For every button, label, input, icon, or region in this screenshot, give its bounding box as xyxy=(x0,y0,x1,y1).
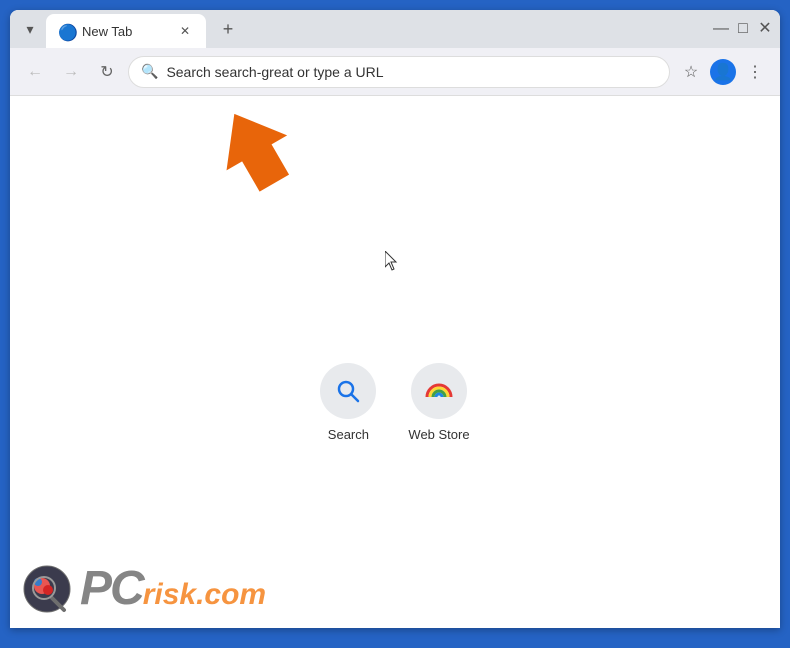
forward-icon: → xyxy=(63,63,79,81)
watermark-risk: risk.com xyxy=(143,578,266,611)
shortcuts-container: Search Web Store xyxy=(320,363,469,442)
shortcut-search[interactable]: Search xyxy=(320,363,376,442)
search-icon: 🔍 xyxy=(141,63,158,80)
shortcut-webstore-label: Web Store xyxy=(408,427,469,442)
menu-button[interactable]: ⋮ xyxy=(740,57,770,87)
maximize-icon: □ xyxy=(738,21,748,37)
tab-close-button[interactable]: ✕ xyxy=(176,22,194,40)
close-window-button[interactable]: ✕ xyxy=(758,22,772,36)
title-bar: ▾ 🔵 New Tab ✕ + — □ ✕ xyxy=(10,10,780,48)
profile-icon: 👤 xyxy=(713,62,733,82)
minimize-icon: — xyxy=(713,21,729,37)
search-icon xyxy=(334,377,362,405)
nav-bar: ← → ↻ 🔍 Search search-great or type a UR… xyxy=(10,48,780,96)
new-tab-button[interactable]: + xyxy=(214,15,242,43)
address-bar[interactable]: 🔍 Search search-great or type a URL xyxy=(128,56,670,88)
maximize-button[interactable]: □ xyxy=(736,22,750,36)
profile-button[interactable]: 👤 xyxy=(710,59,736,85)
close-window-icon: ✕ xyxy=(758,21,771,37)
shortcut-webstore-icon-circle xyxy=(411,363,467,419)
tab-bar-left: ▾ 🔵 New Tab ✕ + xyxy=(18,12,242,46)
orange-arrow-icon xyxy=(210,106,290,196)
bookmark-icon: ☆ xyxy=(684,62,698,82)
reload-button[interactable]: ↻ xyxy=(92,57,122,87)
shortcut-search-icon-circle xyxy=(320,363,376,419)
reload-icon: ↻ xyxy=(100,62,113,82)
back-icon: ← xyxy=(27,63,43,81)
address-input[interactable]: Search search-great or type a URL xyxy=(166,64,657,80)
watermark-text: PCrisk.com xyxy=(80,561,266,616)
close-icon: ✕ xyxy=(180,24,190,38)
watermark: PCrisk.com xyxy=(22,561,266,616)
back-button[interactable]: ← xyxy=(20,57,50,87)
bookmark-button[interactable]: ☆ xyxy=(676,57,706,87)
shortcut-search-label: Search xyxy=(328,427,369,442)
browser-window: ▾ 🔵 New Tab ✕ + — □ ✕ xyxy=(10,10,780,628)
tab-title: New Tab xyxy=(82,24,168,39)
tab-dropdown-button[interactable]: ▾ xyxy=(18,17,42,41)
forward-button[interactable]: → xyxy=(56,57,86,87)
main-content: Search Web Store xyxy=(10,96,780,628)
menu-icon: ⋮ xyxy=(747,62,763,82)
plus-icon: + xyxy=(223,19,234,40)
nav-right-controls: ☆ 👤 ⋮ xyxy=(676,57,770,87)
active-tab[interactable]: 🔵 New Tab ✕ xyxy=(46,14,206,48)
tab-favicon-icon: 🔵 xyxy=(58,23,74,39)
watermark-pc: PC xyxy=(80,562,143,615)
mouse-cursor xyxy=(385,251,401,271)
pcrisk-logo xyxy=(22,564,72,614)
shortcut-webstore[interactable]: Web Store xyxy=(408,363,469,442)
arrow-container xyxy=(210,106,290,201)
webstore-icon xyxy=(423,375,455,407)
chevron-down-icon: ▾ xyxy=(26,21,33,38)
minimize-button[interactable]: — xyxy=(714,22,728,36)
window-controls: — □ ✕ xyxy=(714,22,772,36)
